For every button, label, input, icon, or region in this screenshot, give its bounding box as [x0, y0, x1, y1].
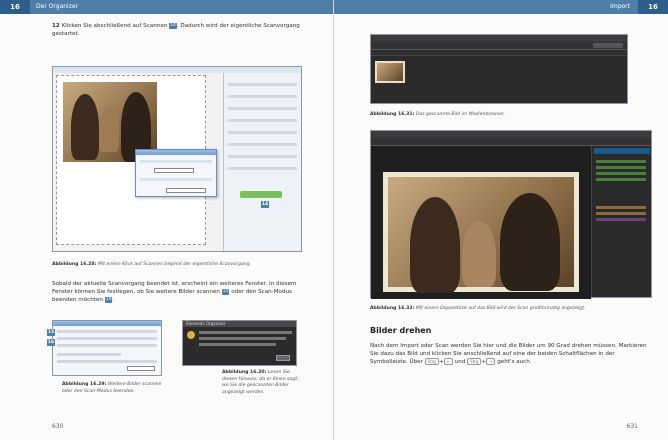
chapter-label: Import [610, 3, 630, 10]
organizer-notice-screenshot: Elements Organizer [182, 320, 297, 366]
panel-tabs[interactable] [594, 148, 650, 154]
settings-row [228, 107, 297, 110]
settings-row [228, 119, 297, 122]
dialog-row [140, 160, 212, 163]
continue-scan-dialog-screenshot: 15 16 [47, 320, 162, 376]
right-page-header: Import 16 [334, 0, 668, 14]
section-paragraph: Nach dem Import oder Scan werden Sie hie… [370, 343, 647, 365]
scan-progress-dialog [135, 149, 217, 197]
figure-label: Abbildung 16.31: [370, 112, 415, 117]
ok-button[interactable] [127, 366, 155, 371]
dialog-titlebar [53, 321, 161, 326]
paragraph-text: geht's auch. [497, 359, 532, 365]
image-viewer [371, 146, 591, 299]
menu-bar [371, 35, 627, 42]
step-number: 12 [52, 23, 60, 29]
figure-16-28-caption: Abbildung 16.28: Mit einem Klick auf Sca… [52, 262, 312, 269]
left-page-header: 16 Der Organizer [0, 0, 333, 14]
tag-row[interactable] [596, 166, 646, 169]
figure-16-29-caption: Abbildung 16.29: Weitere Bilder scannen … [62, 382, 162, 395]
notice-line [199, 331, 292, 334]
key-left-arrow: ← [443, 358, 453, 365]
left-page: 16 Der Organizer 12 Klicken Sie abschlie… [0, 0, 334, 440]
key-ctrl: Strg [467, 358, 482, 365]
dialog-row [57, 344, 157, 347]
tag-row[interactable] [596, 172, 646, 175]
settings-row [228, 83, 297, 86]
toolbar [371, 42, 627, 50]
woman-figure [410, 197, 460, 293]
scanned-thumbnail[interactable] [375, 61, 405, 83]
dialog-row [57, 360, 157, 363]
callout-15: 15 [47, 329, 55, 336]
notice-line [199, 343, 276, 346]
step-12-text: 12 Klicken Sie abschließend auf Scannen … [52, 22, 312, 38]
notice-line [199, 337, 286, 340]
paragraph-text: und [454, 359, 466, 365]
callout-badge: 16 [104, 296, 113, 303]
side-panel [591, 146, 651, 297]
info-bar [371, 50, 627, 56]
ok-button[interactable] [276, 355, 290, 361]
callout-16: 16 [47, 339, 55, 346]
key-ctrl: Strg [424, 358, 439, 365]
figure-16-32-caption: Abbildung 16.32: Mit einem Doppelklick a… [370, 306, 652, 313]
page-number: 631 [626, 423, 638, 430]
dialog-row [140, 178, 212, 181]
chapter-title: Der Organizer [36, 3, 79, 10]
tag-row[interactable] [596, 212, 646, 215]
body-paragraph: Sobald der aktuelle Scanvorgang beendet … [52, 281, 297, 303]
figure-caption-text: Das gescannte Bild im Medienbrowser. [415, 112, 505, 117]
full-view-screenshot [370, 130, 652, 299]
dog-figure [462, 221, 496, 287]
scan-dialog-screenshot: 14 [52, 66, 302, 252]
menu-bar [371, 131, 651, 138]
tag-row[interactable] [596, 178, 646, 181]
key-right-arrow: → [486, 358, 496, 365]
media-browser-screenshot [370, 34, 628, 104]
man-figure [500, 193, 560, 291]
settings-row [228, 167, 297, 170]
figure-16-31-caption: Abbildung 16.31: Das gescannte Bild im M… [370, 112, 628, 119]
large-scanned-photo [383, 172, 579, 293]
figure-16-30-caption: Abbildung 16.30: Lesen Sie diesen Hinwei… [222, 370, 302, 396]
figure-label: Abbildung 16.28: [52, 262, 97, 267]
callout-badge: 14 [169, 22, 177, 29]
right-page: Import 16 Abbildung 16.31: Das gescannte… [334, 0, 668, 440]
dialog-button[interactable] [154, 168, 194, 173]
dog-figure [99, 108, 119, 152]
dialog-row [57, 353, 121, 356]
scan-settings-panel [223, 73, 301, 251]
step-text-1: Klicken Sie abschließend auf Scannen [61, 23, 168, 29]
figure-label: Abbildung 16.29: [62, 382, 107, 387]
tag-row[interactable] [596, 160, 646, 163]
dialog-row [57, 337, 157, 340]
figure-caption-text: Mit einem Doppelklick auf das Bild wird … [415, 306, 586, 311]
figure-caption-text: Mit einem Klick auf Scannen beginnt der … [97, 262, 251, 267]
dialog-title: Elements Organizer [183, 321, 296, 327]
dialog-row [57, 330, 157, 333]
figure-label: Abbildung 16.32: [370, 306, 415, 311]
chapter-number: 16 [638, 0, 668, 14]
settings-row [228, 143, 297, 146]
info-icon [187, 331, 195, 339]
section-heading: Bilder drehen [370, 326, 432, 335]
settings-row [228, 155, 297, 158]
callout-14: 14 [261, 201, 269, 208]
search-input[interactable] [593, 43, 623, 48]
callout-badge: 15 [221, 288, 230, 295]
settings-row [228, 131, 297, 134]
chapter-number: 16 [0, 0, 30, 14]
dialog-titlebar [136, 150, 216, 155]
toolbar [371, 138, 651, 146]
scan-button[interactable] [240, 191, 282, 198]
tag-row[interactable] [596, 218, 646, 221]
woman-figure [71, 94, 99, 160]
settings-row [228, 95, 297, 98]
tag-row[interactable] [596, 206, 646, 209]
dialog-button[interactable] [166, 188, 206, 193]
figure-label: Abbildung 16.30: [222, 370, 267, 375]
page-number: 630 [52, 423, 64, 430]
